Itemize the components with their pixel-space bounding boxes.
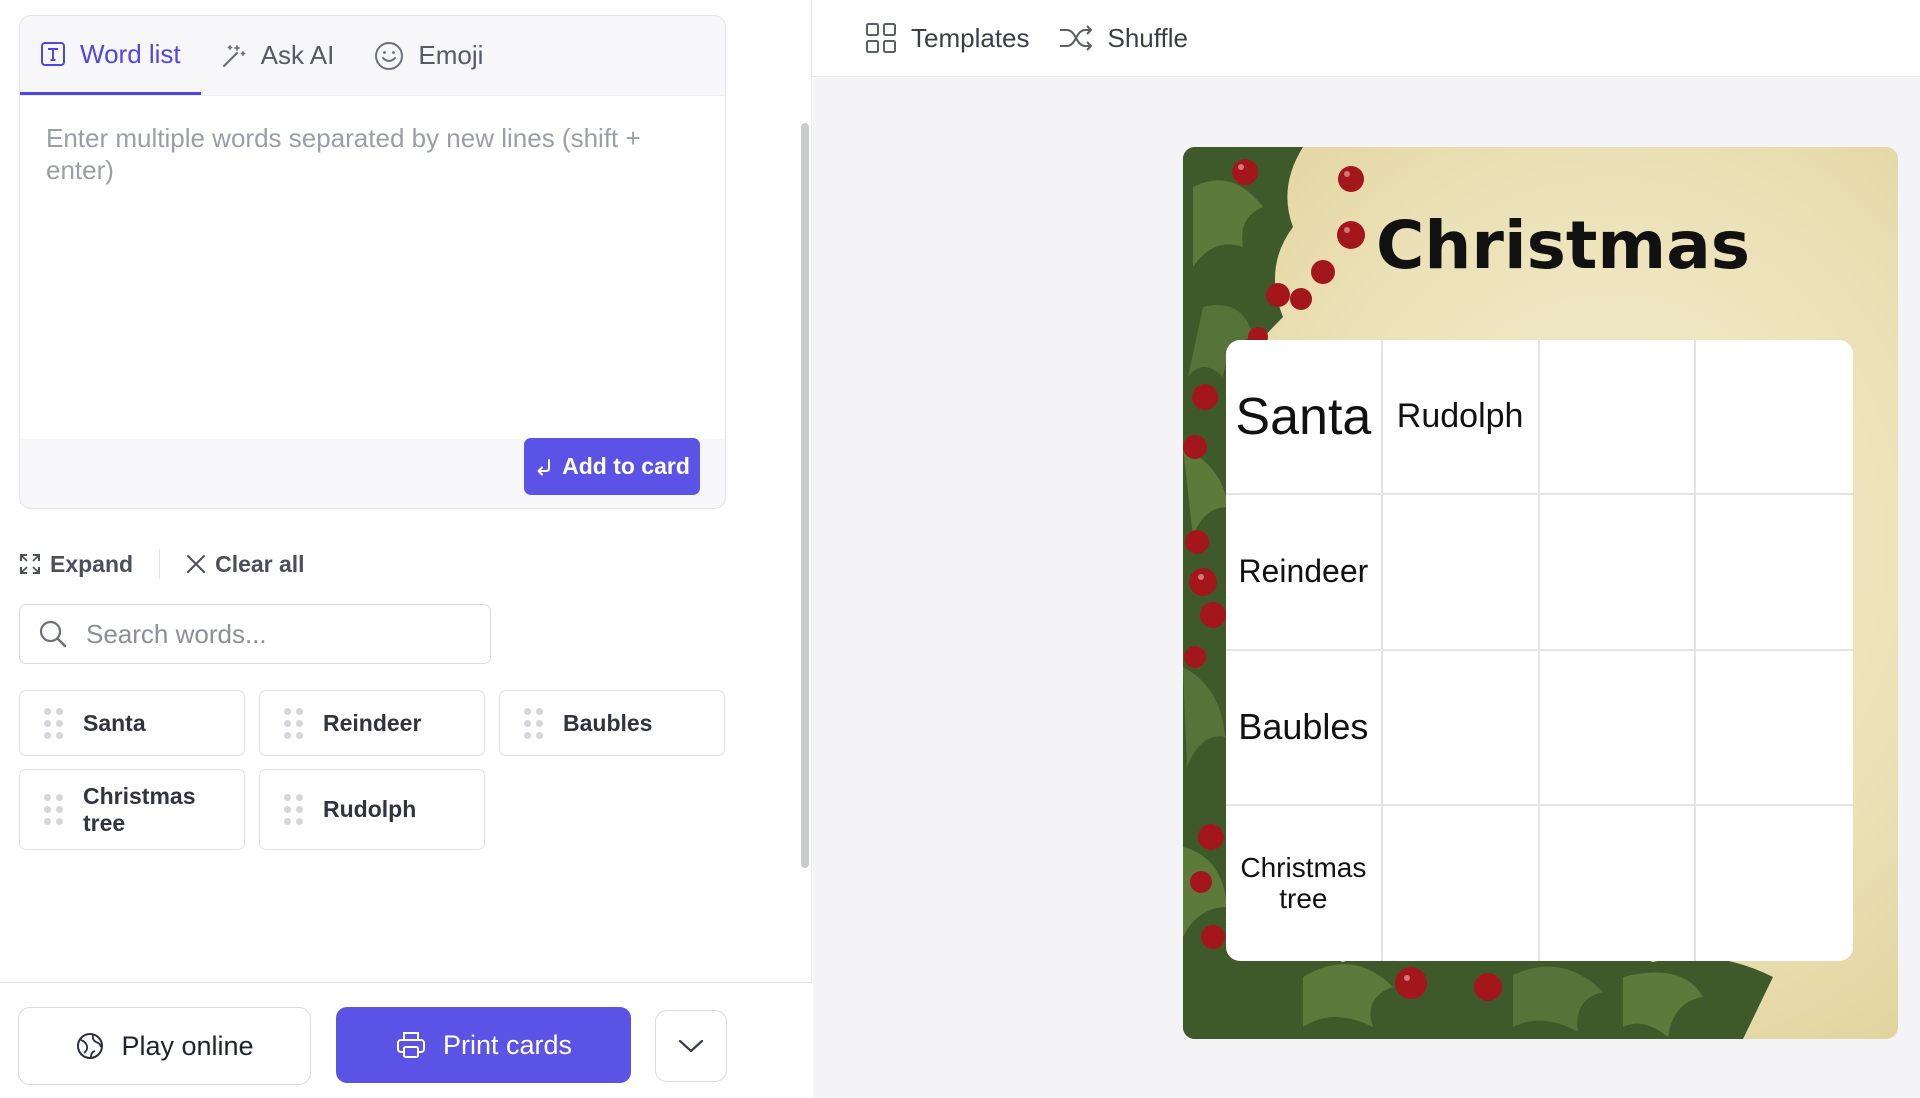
- grid-cell[interactable]: [1540, 805, 1697, 961]
- grid-cell[interactable]: [1383, 805, 1540, 961]
- grid-cell[interactable]: Rudolph: [1382, 340, 1540, 496]
- word-chip-label: Santa: [83, 709, 146, 736]
- grid-cell[interactable]: [1539, 650, 1697, 806]
- drag-handle-icon[interactable]: [44, 707, 63, 739]
- magic-wand-icon: [222, 44, 246, 67]
- tab-word-list[interactable]: Word list: [20, 16, 201, 95]
- grid-cell[interactable]: Santa: [1226, 340, 1383, 496]
- chevron-down-icon: [678, 1039, 704, 1053]
- templates-button[interactable]: Templates: [865, 22, 1030, 54]
- tab-word-list-label: Word list: [80, 38, 181, 69]
- expand-icon: [20, 554, 40, 574]
- cell-text: Reindeer: [1238, 553, 1369, 590]
- cell-text: Santa: [1235, 387, 1372, 446]
- grid-cell[interactable]: Baubles: [1226, 650, 1383, 806]
- enter-arrow-icon: [537, 458, 551, 475]
- tab-ask-ai[interactable]: Ask AI: [201, 16, 355, 95]
- word-chip[interactable]: Baubles: [499, 690, 725, 756]
- word-chip[interactable]: Rudolph: [259, 769, 485, 850]
- tab-emoji-label: Emoji: [418, 40, 484, 70]
- search-input[interactable]: [86, 618, 466, 650]
- top-toolbar: Templates Shuffle: [813, 0, 1920, 77]
- add-to-card-button[interactable]: Add to card: [524, 438, 700, 495]
- word-chip[interactable]: Santa: [19, 690, 245, 756]
- bingo-card: Christmas Santa Rudolph Reindeer Baubles…: [1183, 147, 1898, 1039]
- grid-cell[interactable]: [1382, 495, 1540, 651]
- divider: [159, 549, 161, 579]
- card-title: Christmas: [1376, 207, 1751, 284]
- printer-icon: [396, 1032, 425, 1058]
- grid-cell[interactable]: [1696, 340, 1853, 496]
- word-chip-label: Reindeer: [323, 709, 422, 736]
- grid-cell[interactable]: [1539, 495, 1697, 651]
- text-icon: [41, 42, 65, 66]
- word-chip-label: Rudolph: [323, 796, 417, 822]
- word-chip-label: Baubles: [563, 709, 653, 736]
- panel-scrollbar[interactable]: [801, 123, 809, 868]
- footer-bar: Play online Print cards: [0, 982, 812, 1098]
- cell-text: Rudolph: [1396, 397, 1524, 436]
- editor-tabs: Word list Ask AI Emoji: [20, 16, 725, 95]
- tab-emoji[interactable]: Emoji: [354, 16, 503, 95]
- word-actions: Expand Clear all: [19, 548, 305, 580]
- close-icon: [187, 555, 206, 573]
- bingo-grid: Santa Rudolph Reindeer Baubles Christmas…: [1226, 340, 1853, 961]
- drag-handle-icon[interactable]: [284, 794, 303, 825]
- drag-handle-icon[interactable]: [524, 707, 543, 739]
- expand-label: Expand: [50, 550, 134, 577]
- smiley-icon: [375, 41, 404, 70]
- globe-icon: [77, 1033, 104, 1059]
- cell-text: Baubles: [1238, 706, 1369, 748]
- grid-cell[interactable]: [1382, 650, 1540, 806]
- grid-cell[interactable]: Reindeer: [1226, 495, 1383, 651]
- search-box: [19, 604, 491, 664]
- add-to-card-label: Add to card: [562, 453, 690, 479]
- grid-cell[interactable]: [1696, 806, 1853, 961]
- word-chip[interactable]: Christmas tree: [19, 769, 245, 850]
- grid-icon: [866, 23, 896, 53]
- print-cards-button[interactable]: Print cards: [336, 1007, 631, 1083]
- tab-ask-ai-label: Ask AI: [260, 40, 335, 70]
- shuffle-icon: [1059, 25, 1092, 51]
- cell-text: Christmas tree: [1240, 852, 1367, 915]
- word-input[interactable]: [20, 96, 725, 439]
- grid-cell[interactable]: Christmas tree: [1226, 805, 1383, 961]
- grid-cell[interactable]: [1696, 495, 1853, 651]
- search-icon: [39, 620, 67, 648]
- word-chips: Santa Reindeer Baubles Christmas tree Ru…: [19, 690, 726, 850]
- shuffle-label: Shuffle: [1107, 22, 1188, 53]
- drag-handle-icon[interactable]: [284, 707, 303, 739]
- print-cards-label: Print cards: [442, 1029, 573, 1060]
- word-chip-label: Christmas tree: [83, 782, 196, 836]
- clear-all-label: Clear all: [215, 550, 305, 577]
- play-online-button[interactable]: Play online: [18, 1007, 311, 1085]
- expand-button[interactable]: Expand: [19, 551, 133, 578]
- play-online-label: Play online: [121, 1030, 254, 1061]
- word-input-area: [20, 95, 725, 439]
- shuffle-button[interactable]: Shuffle: [1058, 23, 1188, 54]
- word-editor: Word list Ask AI Emoji Enter multiple wo…: [19, 15, 726, 509]
- clear-all-button[interactable]: Clear all: [186, 551, 305, 578]
- left-panel: Word list Ask AI Emoji Enter multiple wo…: [0, 0, 812, 1098]
- grid-cell[interactable]: [1696, 651, 1853, 806]
- word-chip[interactable]: Reindeer: [259, 690, 485, 756]
- grid-cell[interactable]: [1539, 340, 1697, 496]
- more-options-button[interactable]: [655, 1010, 727, 1082]
- drag-handle-icon[interactable]: [44, 794, 63, 825]
- templates-label: Templates: [911, 22, 1030, 53]
